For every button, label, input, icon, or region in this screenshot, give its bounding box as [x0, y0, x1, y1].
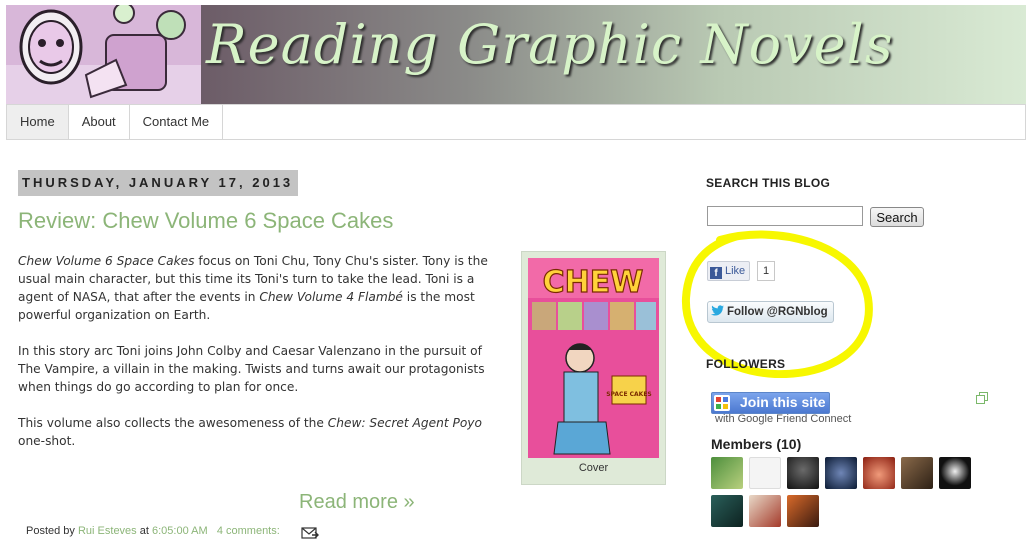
- book-title: Chew Volume 6 Space Cakes: [18, 254, 195, 268]
- google-icon: [714, 395, 730, 411]
- cover-image[interactable]: CHEW SPACE CAKES: [528, 258, 659, 458]
- search-button[interactable]: Search: [870, 207, 924, 227]
- cover-title-text: CHEW: [543, 265, 644, 300]
- cover-figure: CHEW SPACE CAKES Cover: [521, 251, 666, 485]
- members-title: Members (10): [711, 436, 802, 452]
- book-title: Chew Volume 4 Flambé: [259, 290, 403, 304]
- follow-label: Follow @RGNblog: [727, 306, 828, 318]
- tab-contact-me[interactable]: Contact Me: [130, 105, 224, 139]
- facebook-icon: f: [710, 267, 722, 279]
- header-artwork: [6, 5, 201, 104]
- paragraph-text: one-shot.: [18, 434, 76, 448]
- post-paragraph-1: Chew Volume 6 Space Cakes focus on Toni …: [18, 252, 494, 324]
- search-input[interactable]: [707, 206, 863, 226]
- popout-icon[interactable]: [976, 392, 988, 404]
- join-this-site-button[interactable]: Join this site: [711, 392, 830, 414]
- member-avatar[interactable]: [711, 457, 743, 489]
- member-avatar[interactable]: [749, 457, 781, 489]
- member-avatar[interactable]: [787, 457, 819, 489]
- post-title-link[interactable]: Review: Chew Volume 6 Space Cakes: [18, 208, 393, 234]
- member-avatar[interactable]: [749, 495, 781, 527]
- post-paragraph-3: This volume also collects the awesomenes…: [18, 414, 494, 450]
- member-avatar[interactable]: [787, 495, 819, 527]
- member-avatar[interactable]: [711, 495, 743, 527]
- tab-home[interactable]: Home: [7, 105, 69, 139]
- member-avatar[interactable]: [901, 457, 933, 489]
- member-avatar[interactable]: [825, 457, 857, 489]
- blog-title[interactable]: Reading Graphic Novels: [206, 13, 894, 76]
- followers-section-title: FOLLOWERS: [706, 357, 786, 371]
- member-avatar[interactable]: [863, 457, 895, 489]
- cover-caption: Cover: [578, 462, 609, 474]
- page-tabs: Home About Contact Me: [6, 104, 1026, 140]
- comments-link[interactable]: 4 comments:: [217, 525, 280, 537]
- book-title: Chew: Secret Agent Poyo: [327, 416, 482, 430]
- email-post-icon[interactable]: [301, 526, 319, 540]
- twitter-follow-button[interactable]: Follow @RGNblog: [707, 301, 834, 323]
- twitter-bird-icon: [711, 305, 724, 316]
- blog-header[interactable]: Reading Graphic Novels: [6, 5, 1026, 104]
- paragraph-text: This volume also collects the awesomenes…: [18, 416, 328, 430]
- author-link[interactable]: Rui Esteves: [78, 525, 137, 537]
- post-body: Chew Volume 6 Space Cakes focus on Toni …: [18, 252, 494, 468]
- like-label: Like: [725, 265, 746, 277]
- post-date: THURSDAY, JANUARY 17, 2013: [18, 170, 299, 196]
- cover-subtitle-text: SPACE CAKES: [606, 391, 652, 398]
- timestamp-link[interactable]: 6:05:00 AM: [152, 525, 208, 537]
- posted-by-label: Posted by: [26, 525, 75, 537]
- read-more-link[interactable]: Read more »: [299, 491, 415, 514]
- post-paragraph-2: In this story arc Toni joins John Colby …: [18, 344, 485, 394]
- like-count-badge: 1: [757, 261, 776, 281]
- at-label: at: [139, 525, 149, 537]
- facebook-like-button[interactable]: f Like: [707, 261, 751, 281]
- join-label: Join this site: [740, 394, 826, 410]
- member-avatar[interactable]: [939, 457, 971, 489]
- google-friend-connect-label: with Google Friend Connect: [715, 413, 852, 425]
- post-footer: Posted by Rui Esteves at 6:05:00 AM 4 co…: [26, 525, 280, 537]
- tab-about[interactable]: About: [69, 105, 130, 139]
- search-section-title: SEARCH THIS BLOG: [706, 176, 831, 190]
